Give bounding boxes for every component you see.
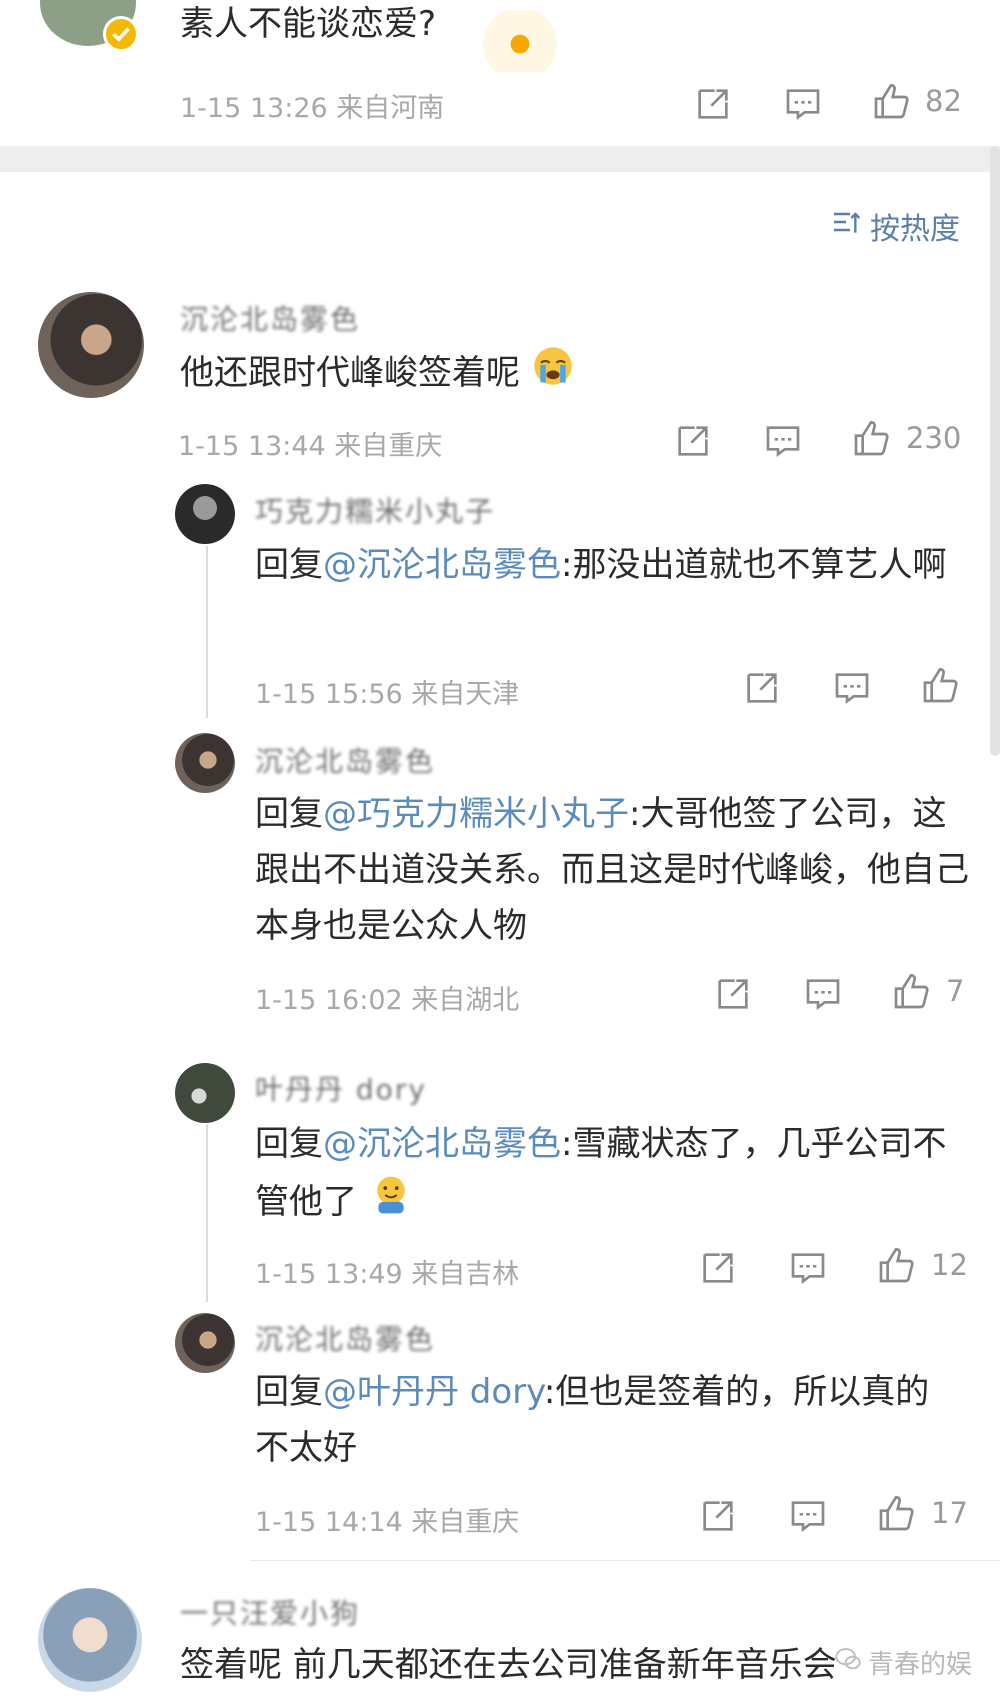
- reply-time-location: 1-15 15:56 来自天津: [255, 679, 520, 710]
- reply-text: 回复@沉沦北岛雾色:雪藏状态了，几乎公司不管他了: [255, 1116, 955, 1235]
- verified-badge-icon: [103, 16, 139, 52]
- mention-link[interactable]: @沉沦北岛雾色: [323, 1124, 561, 1164]
- watermark: 青春的娱: [834, 1644, 972, 1681]
- avatar[interactable]: [175, 1313, 235, 1373]
- mention-link[interactable]: @叶丹丹 dory: [323, 1372, 544, 1412]
- sort-icon: [830, 206, 862, 246]
- share-icon[interactable]: [742, 668, 782, 708]
- crying-face-icon: [531, 344, 575, 405]
- reply-text: 回复@叶丹丹 dory:但也是签着的，所以真的不太好: [255, 1364, 955, 1476]
- like-count: 7: [946, 974, 965, 1008]
- username[interactable]: 巧克力糯米小丸子: [255, 490, 495, 530]
- comment-text-body: 他还跟时代峰峻签着呢: [180, 353, 520, 393]
- like-icon[interactable]: [851, 419, 891, 459]
- share-icon[interactable]: [698, 1496, 738, 1536]
- like-icon[interactable]: [871, 82, 911, 122]
- sort-label: 按热度: [870, 212, 960, 247]
- wechat-icon: [834, 1645, 862, 1680]
- like-icon[interactable]: [876, 1246, 916, 1286]
- avatar[interactable]: [38, 292, 144, 398]
- share-icon[interactable]: [693, 84, 733, 124]
- sort-button[interactable]: 按热度: [830, 204, 960, 248]
- hug-face-icon: [368, 1172, 414, 1235]
- like-icon[interactable]: [891, 972, 931, 1012]
- share-icon[interactable]: [673, 421, 713, 461]
- like-count: 230: [906, 421, 962, 455]
- comment-icon[interactable]: [788, 1496, 828, 1536]
- thread-line: [206, 1124, 208, 1302]
- avatar[interactable]: [175, 1063, 235, 1123]
- comment-icon[interactable]: [788, 1248, 828, 1288]
- reply-time-location: 1-15 13:49 来自吉林: [255, 1259, 520, 1290]
- reply-prefix: 回复: [255, 1124, 323, 1164]
- username[interactable]: 叶丹丹 dory: [255, 1068, 427, 1108]
- comment-icon[interactable]: [783, 84, 823, 124]
- reply-text: 回复@沉沦北岛雾色:那没出道就也不算艺人啊: [255, 537, 955, 593]
- like-icon[interactable]: [920, 666, 960, 706]
- reply-time-location: 1-15 16:02 来自湖北: [255, 985, 520, 1016]
- reply-prefix: 回复: [255, 1372, 323, 1412]
- comment-text: 他还跟时代峰峻签着呢: [180, 344, 575, 405]
- username[interactable]: 沉沦北岛雾色: [255, 1318, 435, 1358]
- comment-icon[interactable]: [832, 668, 872, 708]
- reply-text: 回复@巧克力糯米小丸子:大哥他签了公司，这跟出不出道没关系。而且这是时代峰峻，他…: [255, 786, 970, 954]
- avatar[interactable]: [175, 733, 235, 793]
- share-icon[interactable]: [713, 974, 753, 1014]
- comment-text: 签着呢 前几天都还在去公司准备新年音乐会: [180, 1645, 837, 1685]
- watermark-text: 青春的娱: [867, 1650, 972, 1680]
- comment-time-location: 1-15 13:44 来自重庆: [178, 431, 443, 462]
- divider: [250, 1560, 1000, 1561]
- comment-icon[interactable]: [803, 974, 843, 1014]
- like-icon[interactable]: [876, 1494, 916, 1534]
- reply-time-location: 1-15 14:14 来自重庆: [255, 1507, 520, 1538]
- avatar[interactable]: [38, 1588, 142, 1692]
- reply-prefix: 回复: [255, 545, 323, 585]
- like-count: 82: [925, 84, 962, 118]
- username[interactable]: 沉沦北岛雾色: [180, 298, 360, 338]
- reply-body: :那没出道就也不算艺人啊: [561, 545, 947, 585]
- comment-icon[interactable]: [763, 421, 803, 461]
- thread-line: [206, 546, 208, 718]
- egg-sticker-icon: [470, 10, 570, 72]
- like-count: 12: [931, 1248, 968, 1282]
- username[interactable]: 一只汪爱小狗: [180, 1592, 360, 1632]
- like-count: 17: [931, 1496, 968, 1530]
- reply-prefix: 回复: [255, 794, 323, 834]
- username[interactable]: 沉沦北岛雾色: [255, 740, 435, 780]
- mention-link[interactable]: @沉沦北岛雾色: [323, 545, 561, 585]
- share-icon[interactable]: [698, 1248, 738, 1288]
- post-time-location: 1-15 13:26 来自河南: [180, 93, 445, 124]
- mention-link[interactable]: @巧克力糯米小丸子: [323, 794, 629, 834]
- scrollbar[interactable]: [990, 146, 1000, 756]
- avatar[interactable]: [175, 484, 235, 544]
- section-divider: [0, 146, 1000, 172]
- post-text: 素人不能谈恋爱?: [180, 4, 437, 44]
